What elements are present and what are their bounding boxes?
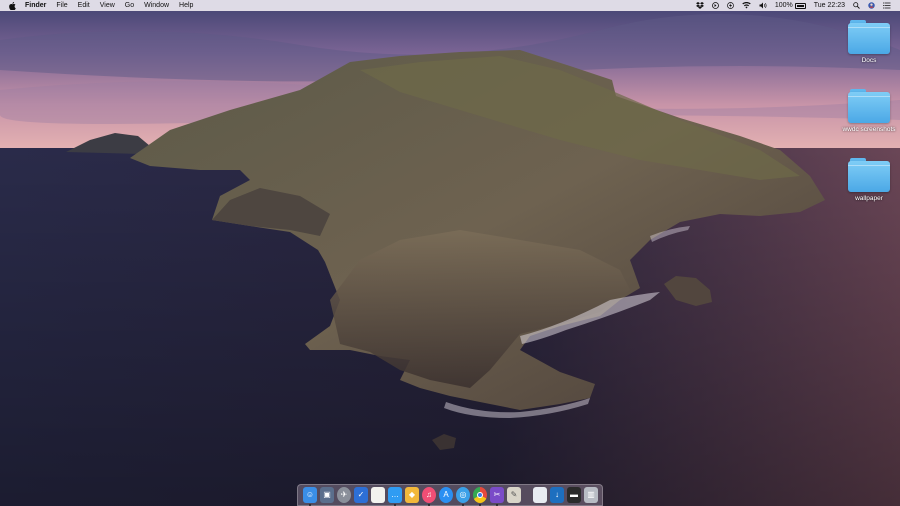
finder-icon[interactable]: ☺ — [303, 487, 317, 506]
bolt-icon[interactable] — [726, 2, 734, 9]
wallpaper-island-image — [0, 0, 900, 506]
folder-icon — [848, 158, 890, 192]
desktop-folder-wwdc-screenshots[interactable]: wwdc screenshots — [834, 89, 900, 133]
music-icon[interactable]: ♫ — [422, 487, 436, 506]
spotlight-icon[interactable] — [853, 2, 860, 9]
folder-label: wallpaper — [855, 195, 883, 202]
battery-status[interactable]: 100% — [775, 0, 806, 11]
menu-edit[interactable]: Edit — [78, 0, 90, 11]
desktop-wallpaper — [0, 0, 900, 506]
sync-icon[interactable] — [711, 2, 719, 9]
menu-file[interactable]: File — [56, 0, 67, 11]
folder-label: Docs — [861, 57, 877, 64]
notification-center-icon[interactable] — [883, 2, 891, 9]
document-icon[interactable] — [533, 487, 547, 503]
user-avatar-icon[interactable] — [868, 2, 875, 9]
launchpad-icon[interactable]: ✈ — [337, 487, 351, 503]
tasks-icon[interactable]: ✓ — [354, 487, 368, 503]
messages-icon[interactable]: … — [388, 487, 402, 506]
app-store-icon[interactable]: A — [439, 487, 453, 503]
apple-menu-icon[interactable] — [9, 1, 16, 10]
battery-percent: 100% — [774, 2, 793, 9]
downloads-icon[interactable]: ↓ — [550, 487, 564, 503]
dock: ☺ ▣ ✈ ✓ … ◆ ♫ A ◎ ✂ ✎ ↓ ▬ ▥ — [297, 484, 603, 506]
sketch-icon[interactable]: ◆ — [405, 487, 419, 503]
wifi-icon[interactable] — [742, 2, 751, 9]
menubar-clock[interactable]: Tue 22:23 — [814, 0, 845, 11]
trash-icon[interactable]: ▥ — [584, 487, 598, 503]
notes-icon[interactable] — [371, 487, 385, 503]
preview-icon[interactable]: ▣ — [320, 487, 334, 503]
volume-icon[interactable] — [759, 2, 767, 9]
folder-label: wwdc screenshots — [842, 126, 896, 133]
menu-bar: Finder File Edit View Go Window Help 100… — [0, 0, 900, 11]
folder-icon — [848, 89, 890, 123]
final-cut-icon[interactable]: ✂ — [490, 487, 504, 506]
screen-icon[interactable]: ▬ — [567, 487, 581, 503]
menu-view[interactable]: View — [100, 0, 115, 11]
desktop-folder-docs[interactable]: Docs — [834, 20, 900, 64]
menu-help[interactable]: Help — [179, 0, 193, 11]
menu-go[interactable]: Go — [125, 0, 134, 11]
safari-icon[interactable]: ◎ — [456, 487, 470, 506]
desktop-folder-wallpaper[interactable]: wallpaper — [834, 158, 900, 202]
dropbox-icon[interactable] — [695, 2, 704, 9]
battery-icon — [794, 2, 806, 9]
chrome-icon[interactable] — [473, 487, 487, 506]
script-editor-icon[interactable]: ✎ — [507, 487, 521, 503]
menu-app-name[interactable]: Finder — [25, 0, 46, 11]
menu-window[interactable]: Window — [144, 0, 169, 11]
folder-icon — [848, 20, 890, 54]
